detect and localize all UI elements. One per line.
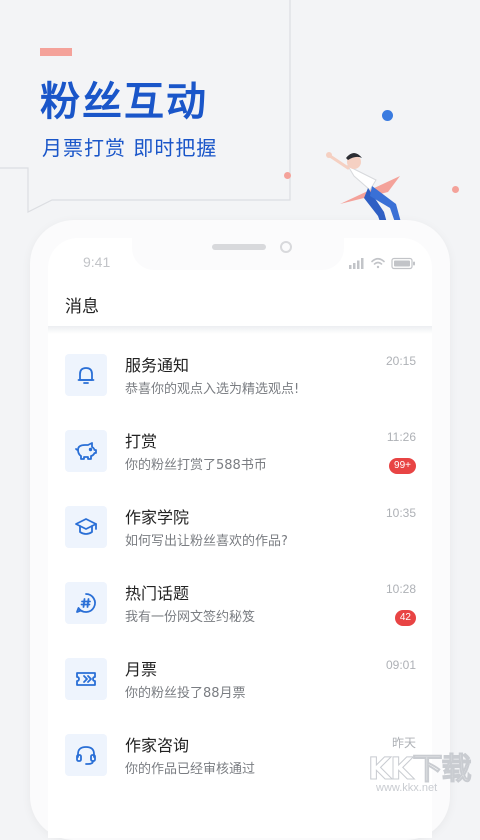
message-preview: 你的粉丝投了88月票: [125, 686, 246, 701]
message-item-academy[interactable]: 作家学院 如何写出让粉丝喜欢的作品? 10:35: [48, 500, 432, 564]
message-time: 09:01: [385, 658, 416, 672]
page-title: 消息: [65, 297, 99, 317]
message-time: 10:35: [385, 506, 416, 520]
message-icon-box: [65, 582, 107, 624]
unread-badge: 99+: [389, 458, 416, 474]
unread-badge: 42: [394, 610, 416, 626]
message-item-service[interactable]: 服务通知 恭喜你的观点入选为精选观点! 20:15: [48, 348, 432, 412]
accent-bar: [40, 48, 72, 56]
signal-icon: [349, 258, 364, 269]
wifi-icon: [371, 257, 385, 269]
piggy-bank-icon: [75, 442, 97, 460]
message-preview: 恭喜你的观点入选为精选观点!: [125, 382, 300, 397]
decor-dot-blue: [382, 110, 393, 121]
message-icon-box: [65, 430, 107, 472]
ticket-icon: [76, 672, 96, 686]
promo-headline: 粉丝互动: [40, 79, 208, 125]
speaker-grille: [212, 244, 266, 250]
message-title: 作家学院: [125, 508, 190, 527]
battery-icon: [391, 257, 415, 270]
message-icon-box: [65, 354, 107, 396]
message-title: 热门话题: [125, 584, 190, 603]
header-divider: [48, 326, 432, 334]
message-icon-box: [65, 506, 107, 548]
message-preview: 我有一份网文签约秘笈: [125, 610, 256, 625]
message-preview: 你的作品已经审核通过: [125, 762, 256, 777]
message-item-reward[interactable]: 打赏 你的粉丝打赏了588书币 11:26 99+: [48, 424, 432, 488]
message-preview: 你的粉丝打赏了588书币: [125, 458, 267, 473]
message-item-topics[interactable]: 热门话题 我有一份网文签约秘笈 10:28 42: [48, 576, 432, 640]
front-camera: [280, 241, 292, 253]
decor-dot-pink: [452, 186, 459, 193]
promo-subhead: 月票打赏 即时把握: [42, 136, 218, 160]
watermark-url: www.kkx.net: [376, 782, 438, 794]
decor-dot-pink: [284, 172, 291, 179]
message-time: 20:15: [385, 354, 416, 368]
headset-icon: [76, 746, 96, 765]
message-preview: 如何写出让粉丝喜欢的作品?: [125, 534, 288, 549]
message-time: 10:28: [385, 582, 416, 596]
status-time: 9:41: [83, 254, 111, 270]
bell-icon: [77, 367, 95, 384]
message-title: 服务通知: [125, 356, 190, 375]
phone-notch: [132, 238, 344, 270]
graduation-cap-icon: [75, 518, 97, 535]
message-time: 11:26: [386, 430, 416, 444]
message-icon-box: [65, 658, 107, 700]
message-title: 作家咨询: [125, 736, 190, 755]
message-title: 打赏: [125, 432, 158, 451]
message-item-monthly-ticket[interactable]: 月票 你的粉丝投了88月票 09:01: [48, 652, 432, 716]
hashtag-icon: [76, 593, 96, 613]
status-bar-icons: [349, 257, 415, 270]
message-title: 月票: [125, 660, 158, 679]
message-icon-box: [65, 734, 107, 776]
